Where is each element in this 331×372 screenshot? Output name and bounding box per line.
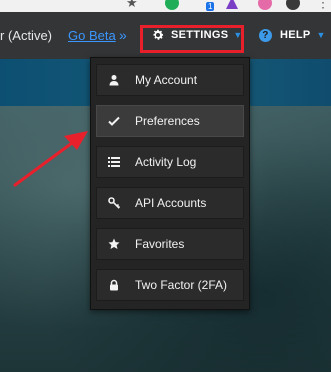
menu-item-my-account[interactable]: My Account xyxy=(96,64,244,96)
checkmark-icon xyxy=(107,114,121,128)
account-status-text: r (Active) xyxy=(0,28,52,43)
menu-item-label: Two Factor (2FA) xyxy=(135,278,228,292)
bookmark-star-icon[interactable]: ★ xyxy=(126,0,138,10)
menu-item-two-factor[interactable]: Two Factor (2FA) xyxy=(96,269,244,301)
menu-item-label: API Accounts xyxy=(135,196,207,210)
settings-dropdown-menu: My Account Preferences Activity Log API … xyxy=(90,57,250,310)
user-icon xyxy=(107,73,121,87)
extension-pink-icon[interactable] xyxy=(258,0,272,10)
go-beta-link[interactable]: Go Beta xyxy=(68,28,116,43)
help-icon: ? xyxy=(259,28,272,42)
caret-down-icon: ▼ xyxy=(316,30,326,40)
list-icon xyxy=(107,155,121,169)
star-icon xyxy=(107,237,121,251)
menu-item-label: My Account xyxy=(135,73,198,87)
menu-item-favorites[interactable]: Favorites xyxy=(96,228,244,260)
extension-purple-icon[interactable] xyxy=(226,0,238,9)
help-label: HELP xyxy=(280,29,311,41)
go-beta-chevron-icon: » xyxy=(119,27,127,43)
menu-item-activity-log[interactable]: Activity Log xyxy=(96,146,244,178)
lock-icon xyxy=(107,278,121,292)
top-navigation-bar: r (Active) Go Beta » SETTINGS ▼ ? HELP ▼ xyxy=(0,12,331,59)
extension-badge: 1 xyxy=(206,2,215,11)
key-icon xyxy=(107,196,121,210)
profile-avatar-icon[interactable] xyxy=(286,0,300,10)
settings-highlight-box xyxy=(140,25,244,53)
menu-item-label: Favorites xyxy=(135,237,185,251)
menu-item-label: Preferences xyxy=(135,114,200,128)
extension-green-icon[interactable] xyxy=(165,0,179,10)
menu-item-label: Activity Log xyxy=(135,155,197,169)
menu-item-preferences[interactable]: Preferences xyxy=(96,105,244,137)
help-menu-button[interactable]: ? HELP ▼ xyxy=(259,24,326,46)
browser-menu-icon[interactable]: ⋮ xyxy=(316,0,330,11)
menu-item-api-accounts[interactable]: API Accounts xyxy=(96,187,244,219)
